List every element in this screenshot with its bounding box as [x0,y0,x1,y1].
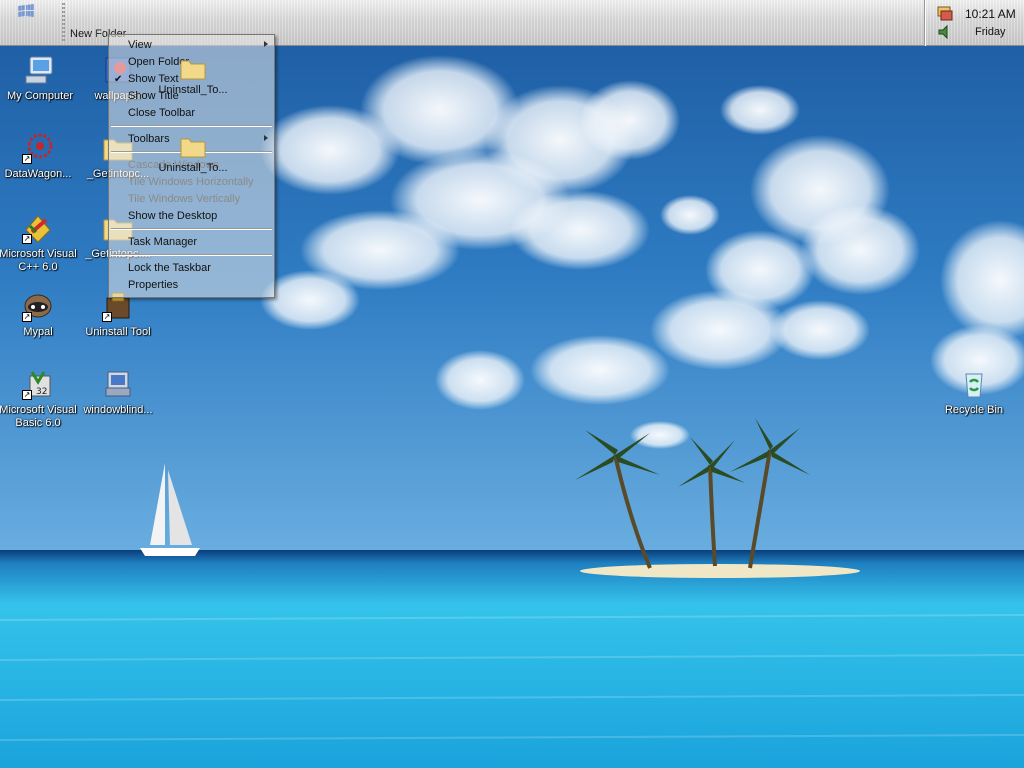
menu-separator [111,125,272,127]
menu-item-properties[interactable]: Properties [128,279,178,291]
desktop-icon-label: Mypal [23,326,53,338]
computer-icon [25,56,53,84]
desktop-icon-label: Microsoft Visual [0,404,77,416]
menu-item-label: Tile Windows Vertically [128,193,241,205]
menu-item-task-manager[interactable]: Task Manager [128,236,197,248]
desktop-icon-label-line2: Basic 6.0 [15,417,61,429]
system-tray: 10:21 AM Friday [924,0,1024,46]
submenu-arrow-icon [264,135,268,141]
desktop-icon-windowblinds[interactable]: windowblind... [78,368,158,417]
shortcut-arrow-icon: ↗ [22,154,32,164]
desktop-icon-label: Microsoft Visual [0,248,77,260]
desktop-icon-recycle-bin[interactable]: Recycle Bin [934,368,1014,417]
menu-item-tile-vertically[interactable]: Tile Windows Vertically [128,193,240,205]
desktop-icon-label: Uninstall Tool [85,326,151,338]
shortcut-arrow-icon: ↗ [22,312,32,322]
menu-separator [111,254,272,256]
menu-item-label: Tile Windows Horizontally [128,176,254,188]
folder-toolbar-item-label: Uninstall_To... [158,84,228,96]
menu-separator [111,228,272,230]
menu-item-view[interactable]: View [128,39,152,51]
folder-icon [180,60,206,80]
menu-item-tile-horizontally[interactable]: Tile Windows Horizontally [128,176,254,188]
folder-icon [180,138,206,158]
desktop-icon-label: My Computer [6,90,74,102]
folder-toolbar-item[interactable]: Uninstall_To... [148,56,238,96]
menu-item-label: Task Manager [128,236,198,248]
menu-item-label: Lock the Taskbar [128,262,211,274]
toolbar-grip[interactable] [62,3,65,43]
menu-item-label: View [128,39,152,51]
desktop-icon-datawagon[interactable]: ↗ DataWagon... [0,132,78,181]
menu-item-close-toolbar[interactable]: Close Toolbar [128,107,195,119]
desktop-icon-visual-cpp[interactable]: ↗ Microsoft Visual C++ 6.0 [0,212,78,274]
desktop-icon-visual-basic[interactable]: 32 ↗ Microsoft Visual Basic 6.0 [0,368,78,430]
menu-item-show-desktop[interactable]: Show the Desktop [128,210,217,222]
clock-day[interactable]: Friday [975,26,1006,38]
shortcut-arrow-icon: ↗ [22,234,32,244]
desktop-icon-label-line2: C++ 6.0 [18,261,58,273]
desktop-icon-label: DataWagon... [4,168,72,180]
menu-item-label: Properties [128,279,179,291]
menu-item-lock-taskbar[interactable]: Lock the Taskbar [128,262,211,274]
windows-logo-icon [18,4,34,17]
desktop-icon-label: Recycle Bin [944,404,1004,416]
folder-toolbar-item-label: Uninstall_To... [158,162,228,174]
checkmark-icon: ✔ [114,74,123,85]
menu-item-label: Show the Desktop [128,210,218,222]
start-button[interactable] [16,2,36,20]
desktop-icon-mypal[interactable]: ↗ Mypal [0,290,78,339]
desktop-icon-my-computer[interactable]: My Computer [0,54,80,103]
network-icon[interactable] [937,5,953,21]
recycle-bin-icon [965,373,983,398]
windowblinds-icon [105,371,131,397]
volume-icon[interactable] [937,24,953,40]
clock[interactable]: 10:21 AM [965,7,1016,21]
svg-text:32: 32 [36,387,47,397]
menu-item-label: Close Toolbar [128,107,196,119]
desktop-icon-label: windowblind... [83,404,153,416]
shortcut-arrow-icon: ↗ [102,312,112,322]
submenu-arrow-icon [264,41,268,47]
folder-toolbar-item[interactable]: Uninstall_To... [148,134,238,174]
shortcut-arrow-icon: ↗ [22,390,32,400]
